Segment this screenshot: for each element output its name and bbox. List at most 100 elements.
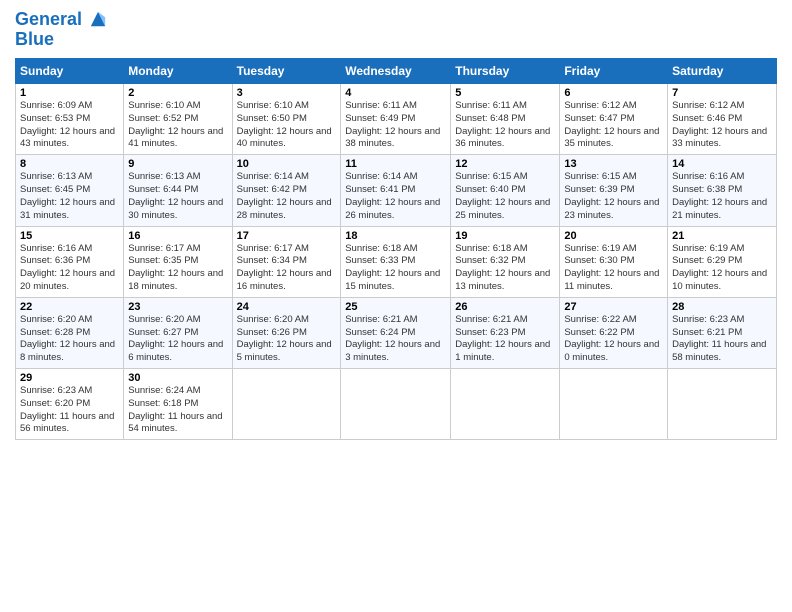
day-info: Sunrise: 6:24 AM Sunset: 6:18 PM Dayligh… (128, 385, 227, 436)
calendar-cell: 25 Sunrise: 6:21 AM Sunset: 6:24 PM Dayl… (341, 297, 451, 368)
day-number: 12 (455, 158, 555, 170)
calendar-week-row: 29 Sunrise: 6:23 AM Sunset: 6:20 PM Dayl… (16, 369, 777, 440)
day-info: Sunrise: 6:18 AM Sunset: 6:33 PM Dayligh… (345, 243, 446, 294)
day-info: Sunrise: 6:20 AM Sunset: 6:28 PM Dayligh… (20, 314, 119, 365)
logo-blue-text: Blue (15, 30, 107, 50)
day-number: 16 (128, 230, 227, 242)
calendar-cell (232, 369, 341, 440)
calendar-day-header: Thursday (451, 59, 560, 84)
day-number: 3 (237, 87, 337, 99)
logo-text: General (15, 10, 107, 30)
calendar-cell: 23 Sunrise: 6:20 AM Sunset: 6:27 PM Dayl… (124, 297, 232, 368)
logo-icon (89, 10, 107, 30)
calendar-cell: 15 Sunrise: 6:16 AM Sunset: 6:36 PM Dayl… (16, 226, 124, 297)
calendar-cell: 10 Sunrise: 6:14 AM Sunset: 6:42 PM Dayl… (232, 155, 341, 226)
day-number: 18 (345, 230, 446, 242)
calendar-day-header: Friday (560, 59, 668, 84)
day-number: 28 (672, 301, 772, 313)
calendar-cell (341, 369, 451, 440)
day-number: 24 (237, 301, 337, 313)
day-info: Sunrise: 6:09 AM Sunset: 6:53 PM Dayligh… (20, 100, 119, 151)
calendar-cell: 13 Sunrise: 6:15 AM Sunset: 6:39 PM Dayl… (560, 155, 668, 226)
calendar-cell: 4 Sunrise: 6:11 AM Sunset: 6:49 PM Dayli… (341, 84, 451, 155)
calendar-cell: 30 Sunrise: 6:24 AM Sunset: 6:18 PM Dayl… (124, 369, 232, 440)
page-container: General Blue SundayMondayTuesdayWednesda… (0, 0, 792, 450)
day-number: 19 (455, 230, 555, 242)
calendar-cell: 26 Sunrise: 6:21 AM Sunset: 6:23 PM Dayl… (451, 297, 560, 368)
calendar-cell: 1 Sunrise: 6:09 AM Sunset: 6:53 PM Dayli… (16, 84, 124, 155)
calendar-week-row: 8 Sunrise: 6:13 AM Sunset: 6:45 PM Dayli… (16, 155, 777, 226)
calendar-cell (451, 369, 560, 440)
calendar-cell: 7 Sunrise: 6:12 AM Sunset: 6:46 PM Dayli… (668, 84, 777, 155)
day-number: 1 (20, 87, 119, 99)
day-number: 21 (672, 230, 772, 242)
day-info: Sunrise: 6:18 AM Sunset: 6:32 PM Dayligh… (455, 243, 555, 294)
calendar-cell: 24 Sunrise: 6:20 AM Sunset: 6:26 PM Dayl… (232, 297, 341, 368)
day-info: Sunrise: 6:14 AM Sunset: 6:42 PM Dayligh… (237, 171, 337, 222)
day-number: 5 (455, 87, 555, 99)
day-info: Sunrise: 6:10 AM Sunset: 6:50 PM Dayligh… (237, 100, 337, 151)
calendar-week-row: 15 Sunrise: 6:16 AM Sunset: 6:36 PM Dayl… (16, 226, 777, 297)
day-number: 25 (345, 301, 446, 313)
day-info: Sunrise: 6:23 AM Sunset: 6:21 PM Dayligh… (672, 314, 772, 365)
day-number: 26 (455, 301, 555, 313)
day-number: 23 (128, 301, 227, 313)
calendar-cell: 11 Sunrise: 6:14 AM Sunset: 6:41 PM Dayl… (341, 155, 451, 226)
day-info: Sunrise: 6:13 AM Sunset: 6:45 PM Dayligh… (20, 171, 119, 222)
day-number: 20 (564, 230, 663, 242)
day-info: Sunrise: 6:17 AM Sunset: 6:34 PM Dayligh… (237, 243, 337, 294)
calendar-cell: 27 Sunrise: 6:22 AM Sunset: 6:22 PM Dayl… (560, 297, 668, 368)
calendar-header-row: SundayMondayTuesdayWednesdayThursdayFrid… (16, 59, 777, 84)
header: General Blue (15, 10, 777, 50)
calendar-cell: 12 Sunrise: 6:15 AM Sunset: 6:40 PM Dayl… (451, 155, 560, 226)
calendar-week-row: 1 Sunrise: 6:09 AM Sunset: 6:53 PM Dayli… (16, 84, 777, 155)
day-info: Sunrise: 6:16 AM Sunset: 6:36 PM Dayligh… (20, 243, 119, 294)
calendar-cell: 20 Sunrise: 6:19 AM Sunset: 6:30 PM Dayl… (560, 226, 668, 297)
day-number: 15 (20, 230, 119, 242)
calendar-cell: 6 Sunrise: 6:12 AM Sunset: 6:47 PM Dayli… (560, 84, 668, 155)
day-number: 13 (564, 158, 663, 170)
day-info: Sunrise: 6:15 AM Sunset: 6:40 PM Dayligh… (455, 171, 555, 222)
calendar-cell: 5 Sunrise: 6:11 AM Sunset: 6:48 PM Dayli… (451, 84, 560, 155)
calendar-day-header: Tuesday (232, 59, 341, 84)
calendar-day-header: Wednesday (341, 59, 451, 84)
day-info: Sunrise: 6:20 AM Sunset: 6:27 PM Dayligh… (128, 314, 227, 365)
day-info: Sunrise: 6:19 AM Sunset: 6:29 PM Dayligh… (672, 243, 772, 294)
day-info: Sunrise: 6:20 AM Sunset: 6:26 PM Dayligh… (237, 314, 337, 365)
calendar-cell: 28 Sunrise: 6:23 AM Sunset: 6:21 PM Dayl… (668, 297, 777, 368)
day-number: 22 (20, 301, 119, 313)
day-number: 6 (564, 87, 663, 99)
day-number: 7 (672, 87, 772, 99)
day-info: Sunrise: 6:15 AM Sunset: 6:39 PM Dayligh… (564, 171, 663, 222)
day-number: 9 (128, 158, 227, 170)
day-info: Sunrise: 6:21 AM Sunset: 6:24 PM Dayligh… (345, 314, 446, 365)
calendar-day-header: Monday (124, 59, 232, 84)
calendar-day-header: Saturday (668, 59, 777, 84)
calendar-cell: 21 Sunrise: 6:19 AM Sunset: 6:29 PM Dayl… (668, 226, 777, 297)
calendar-cell: 2 Sunrise: 6:10 AM Sunset: 6:52 PM Dayli… (124, 84, 232, 155)
calendar-cell (668, 369, 777, 440)
calendar-cell: 29 Sunrise: 6:23 AM Sunset: 6:20 PM Dayl… (16, 369, 124, 440)
calendar-cell: 9 Sunrise: 6:13 AM Sunset: 6:44 PM Dayli… (124, 155, 232, 226)
day-info: Sunrise: 6:11 AM Sunset: 6:48 PM Dayligh… (455, 100, 555, 151)
calendar-cell (560, 369, 668, 440)
day-number: 29 (20, 372, 119, 384)
day-info: Sunrise: 6:13 AM Sunset: 6:44 PM Dayligh… (128, 171, 227, 222)
day-info: Sunrise: 6:22 AM Sunset: 6:22 PM Dayligh… (564, 314, 663, 365)
day-number: 17 (237, 230, 337, 242)
day-info: Sunrise: 6:23 AM Sunset: 6:20 PM Dayligh… (20, 385, 119, 436)
day-number: 27 (564, 301, 663, 313)
calendar-week-row: 22 Sunrise: 6:20 AM Sunset: 6:28 PM Dayl… (16, 297, 777, 368)
day-number: 4 (345, 87, 446, 99)
day-info: Sunrise: 6:12 AM Sunset: 6:47 PM Dayligh… (564, 100, 663, 151)
calendar-day-header: Sunday (16, 59, 124, 84)
day-info: Sunrise: 6:17 AM Sunset: 6:35 PM Dayligh… (128, 243, 227, 294)
day-info: Sunrise: 6:19 AM Sunset: 6:30 PM Dayligh… (564, 243, 663, 294)
calendar-cell: 3 Sunrise: 6:10 AM Sunset: 6:50 PM Dayli… (232, 84, 341, 155)
day-info: Sunrise: 6:14 AM Sunset: 6:41 PM Dayligh… (345, 171, 446, 222)
calendar-cell: 22 Sunrise: 6:20 AM Sunset: 6:28 PM Dayl… (16, 297, 124, 368)
day-info: Sunrise: 6:11 AM Sunset: 6:49 PM Dayligh… (345, 100, 446, 151)
calendar-cell: 16 Sunrise: 6:17 AM Sunset: 6:35 PM Dayl… (124, 226, 232, 297)
day-info: Sunrise: 6:21 AM Sunset: 6:23 PM Dayligh… (455, 314, 555, 365)
calendar-cell: 17 Sunrise: 6:17 AM Sunset: 6:34 PM Dayl… (232, 226, 341, 297)
